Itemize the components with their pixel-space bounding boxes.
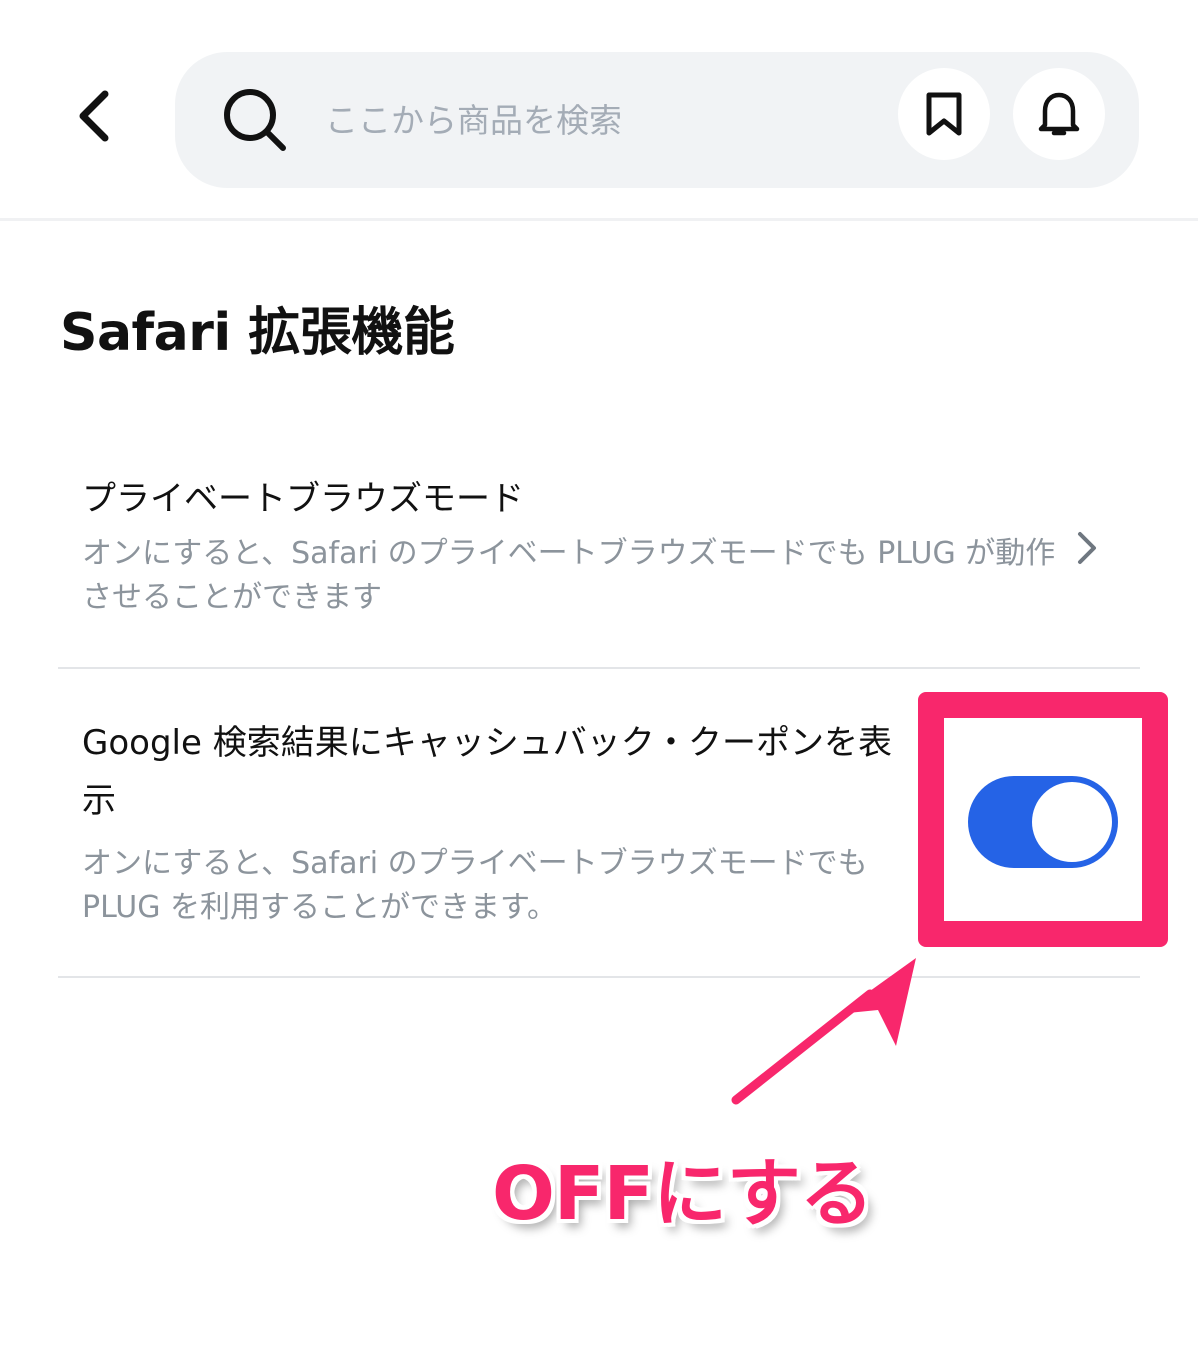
annotation-label: OFFにする (492, 1151, 874, 1237)
bookmark-button[interactable] (898, 68, 990, 160)
setting-title: Google 検索結果にキャッシュバック・クーポンを表示 (82, 723, 893, 821)
notification-button[interactable] (1013, 68, 1105, 160)
highlight-box (918, 692, 1168, 947)
bookmark-icon (926, 92, 962, 136)
back-button[interactable] (58, 78, 128, 154)
page-title: Safari 拡張機能 (60, 303, 455, 363)
setting-description: オンにすると、Safari のプライベートブラウズモードでもPLUG を利用する… (82, 846, 868, 925)
top-header (0, 0, 1198, 221)
setting-description: オンにすると、Safari のプライベートブラウズモードでも PLUG が動作さ… (82, 536, 1056, 615)
setting-title: プライベートブラウズモード (82, 479, 524, 519)
search-input[interactable] (325, 92, 865, 148)
chevron-right-icon (1078, 532, 1096, 564)
setting-row-private-browse[interactable]: プライベートブラウズモード オンにすると、Safari のプライベートブラウズモ… (58, 460, 1140, 669)
bell-icon (1038, 92, 1080, 136)
search-icon (224, 89, 286, 151)
search-bar[interactable] (175, 52, 1139, 188)
chevron-left-icon (79, 90, 109, 142)
annotation-arrow-icon (731, 958, 916, 1105)
